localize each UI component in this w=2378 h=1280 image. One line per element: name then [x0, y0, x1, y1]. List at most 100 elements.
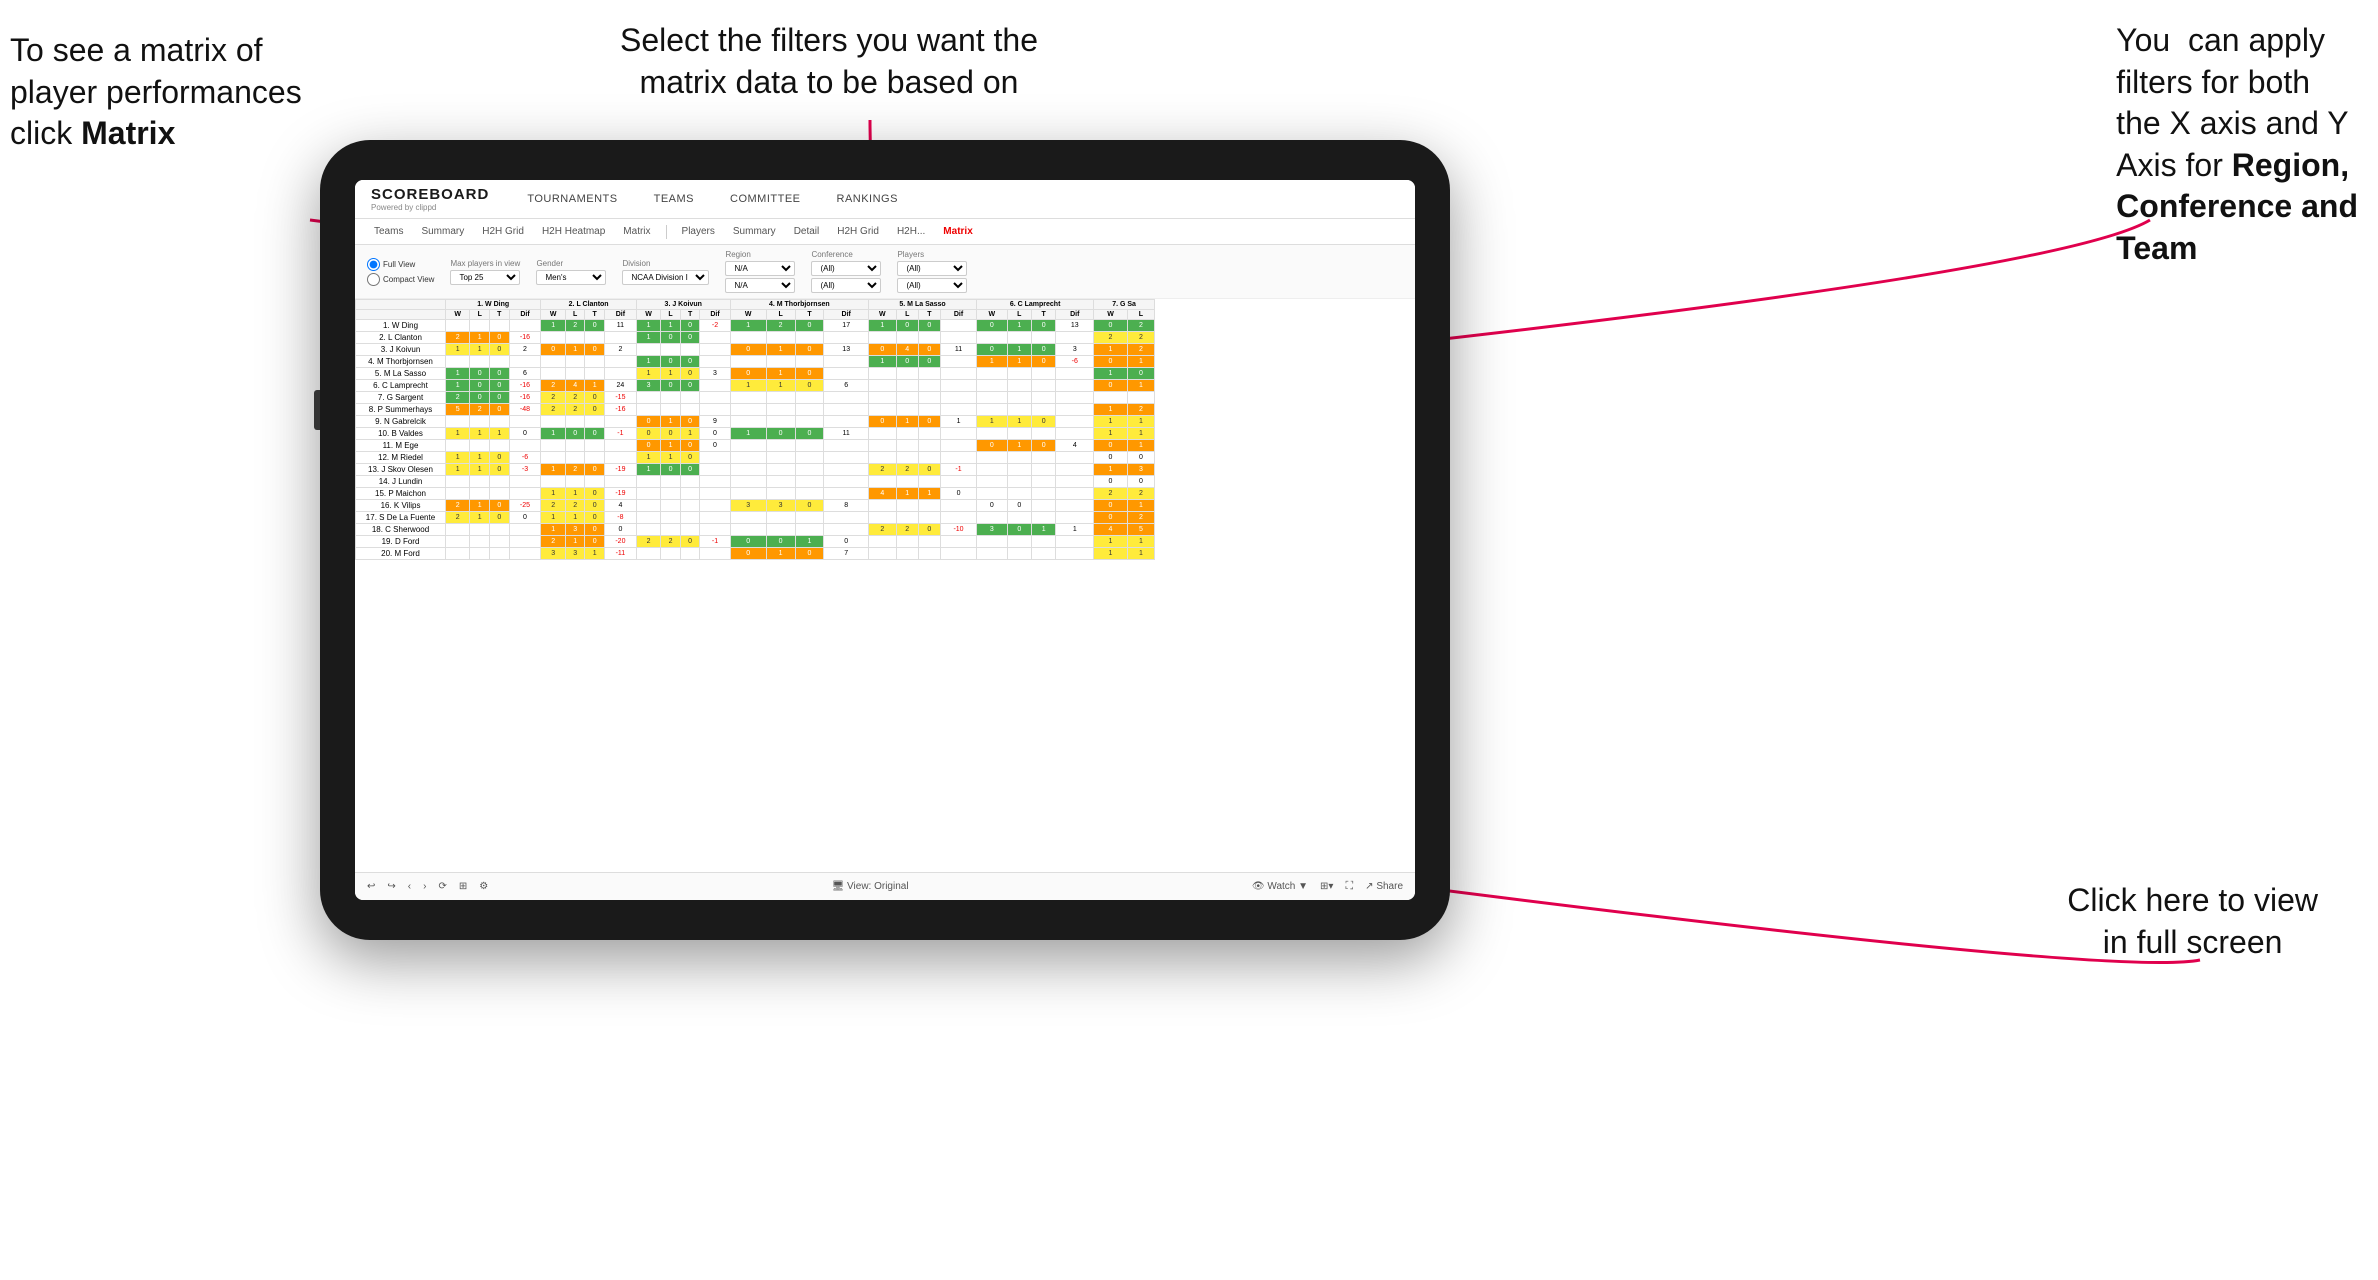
cell: 3 [541, 548, 565, 560]
cell: 0 [585, 404, 605, 416]
cell: 0 [565, 428, 585, 440]
forward-icon[interactable]: › [423, 881, 426, 892]
cell: 2 [541, 536, 565, 548]
app-header: SCOREBOARD Powered by clippd TOURNAMENTS… [355, 180, 1415, 219]
cell [636, 488, 660, 500]
col-header-1: 1. W Ding [446, 300, 541, 310]
cell [446, 524, 470, 536]
settings-icon[interactable]: ⚙ [479, 881, 488, 892]
cell: -1 [940, 464, 976, 476]
row-label: 13. J Skov Olesen [356, 464, 446, 476]
cell: 0 [661, 428, 681, 440]
nav-rankings[interactable]: RANKINGS [829, 189, 906, 209]
cell [661, 524, 681, 536]
cell [446, 476, 470, 488]
cell [940, 452, 976, 464]
sub-nav-h2h-heatmap[interactable]: H2H Heatmap [535, 223, 612, 240]
sub-nav-h2h-grid2[interactable]: H2H Grid [830, 223, 886, 240]
cell: 1 [869, 320, 897, 332]
table-row: 18. C Sherwood1300220-10301145 [356, 524, 1155, 536]
back-icon[interactable]: ‹ [408, 881, 411, 892]
cell: 1 [977, 356, 1008, 368]
cell: 0 [1094, 476, 1128, 488]
sub-nav-summary[interactable]: Summary [414, 223, 471, 240]
cell: 0 [585, 536, 605, 548]
sub-nav-players[interactable]: Players [675, 223, 722, 240]
conference-select-1[interactable]: (All) [811, 261, 881, 276]
cell: 1 [585, 548, 605, 560]
sub-nav-h2h2[interactable]: H2H... [890, 223, 932, 240]
cell: 0 [918, 524, 940, 536]
undo-icon[interactable]: ↩ [367, 881, 375, 892]
cell: 4 [1094, 524, 1128, 536]
cell: 1 [446, 344, 470, 356]
cell: 0 [1094, 452, 1128, 464]
region-select-1[interactable]: N/A [725, 261, 795, 276]
max-players-select[interactable]: Top 25 [450, 270, 520, 285]
full-view-radio[interactable] [367, 258, 380, 271]
cell [940, 392, 976, 404]
cell [541, 440, 565, 452]
cell [940, 500, 976, 512]
nav-committee[interactable]: COMMITTEE [722, 189, 809, 209]
sh-w4: W [730, 310, 766, 320]
row-label: 10. B Valdes [356, 428, 446, 440]
compact-view-radio[interactable] [367, 273, 380, 286]
nav-tournaments[interactable]: TOURNAMENTS [519, 189, 625, 209]
cell [766, 404, 795, 416]
sub-nav-teams[interactable]: Teams [367, 223, 410, 240]
sub-nav-matrix2[interactable]: Matrix [936, 223, 979, 240]
division-select[interactable]: NCAA Division I [622, 270, 709, 285]
cell: 0 [509, 512, 541, 524]
sub-nav-detail[interactable]: Detail [787, 223, 827, 240]
conference-select-2[interactable]: (All) [811, 278, 881, 293]
cell: 2 [896, 524, 918, 536]
cell: 2 [1127, 344, 1154, 356]
table-row: 7. G Sargent200-16220-15 [356, 392, 1155, 404]
sh-d6: Dif [1056, 310, 1094, 320]
cell [541, 368, 565, 380]
cell [730, 416, 766, 428]
gender-select[interactable]: Men's [536, 270, 606, 285]
cell [509, 356, 541, 368]
cell [1056, 488, 1094, 500]
sub-nav-h2h-grid[interactable]: H2H Grid [475, 223, 531, 240]
cell: 1 [940, 416, 976, 428]
cell: 1 [1094, 536, 1128, 548]
fullscreen-button[interactable]: ⛶ [1345, 880, 1353, 893]
tablet-frame: SCOREBOARD Powered by clippd TOURNAMENTS… [320, 140, 1450, 940]
cell [940, 536, 976, 548]
view-original-button[interactable]: 🖥 View: Original [832, 881, 909, 892]
cell: 0 [680, 464, 700, 476]
cell: 2 [604, 344, 636, 356]
cell: 2 [446, 500, 470, 512]
col-header-7: 7. G Sa [1094, 300, 1155, 310]
refresh-icon[interactable]: ⟳ [438, 881, 446, 892]
cell [446, 548, 470, 560]
players-select-1[interactable]: (All) [897, 261, 967, 276]
zoom-icon[interactable]: ⊞ [459, 881, 467, 892]
players-select-2[interactable]: (All) [897, 278, 967, 293]
annotation-bottom-right: Click here to view in full screen [2067, 880, 2318, 963]
region-select-2[interactable]: N/A [725, 278, 795, 293]
cell [446, 440, 470, 452]
cell [977, 548, 1008, 560]
matrix-scroll-area[interactable]: 1. W Ding 2. L Clanton 3. J Koivun 4. M … [355, 299, 1415, 872]
grid-button[interactable]: ⊞▾ [1320, 881, 1333, 892]
nav-teams[interactable]: TEAMS [646, 189, 702, 209]
sub-nav-matrix[interactable]: Matrix [616, 223, 657, 240]
cell [661, 500, 681, 512]
cell [490, 440, 510, 452]
cell: 1 [1056, 524, 1094, 536]
cell [470, 416, 490, 428]
cell [918, 536, 940, 548]
watch-button[interactable]: 👁 Watch ▼ [1252, 881, 1308, 892]
cell [896, 548, 918, 560]
cell: 1 [565, 512, 585, 524]
sub-nav-summary2[interactable]: Summary [726, 223, 783, 240]
redo-icon[interactable]: ↪ [387, 881, 395, 892]
share-button[interactable]: ↗ Share [1365, 881, 1403, 892]
full-view-label: Full View [383, 260, 415, 269]
cell: 0 [918, 320, 940, 332]
cell [470, 440, 490, 452]
